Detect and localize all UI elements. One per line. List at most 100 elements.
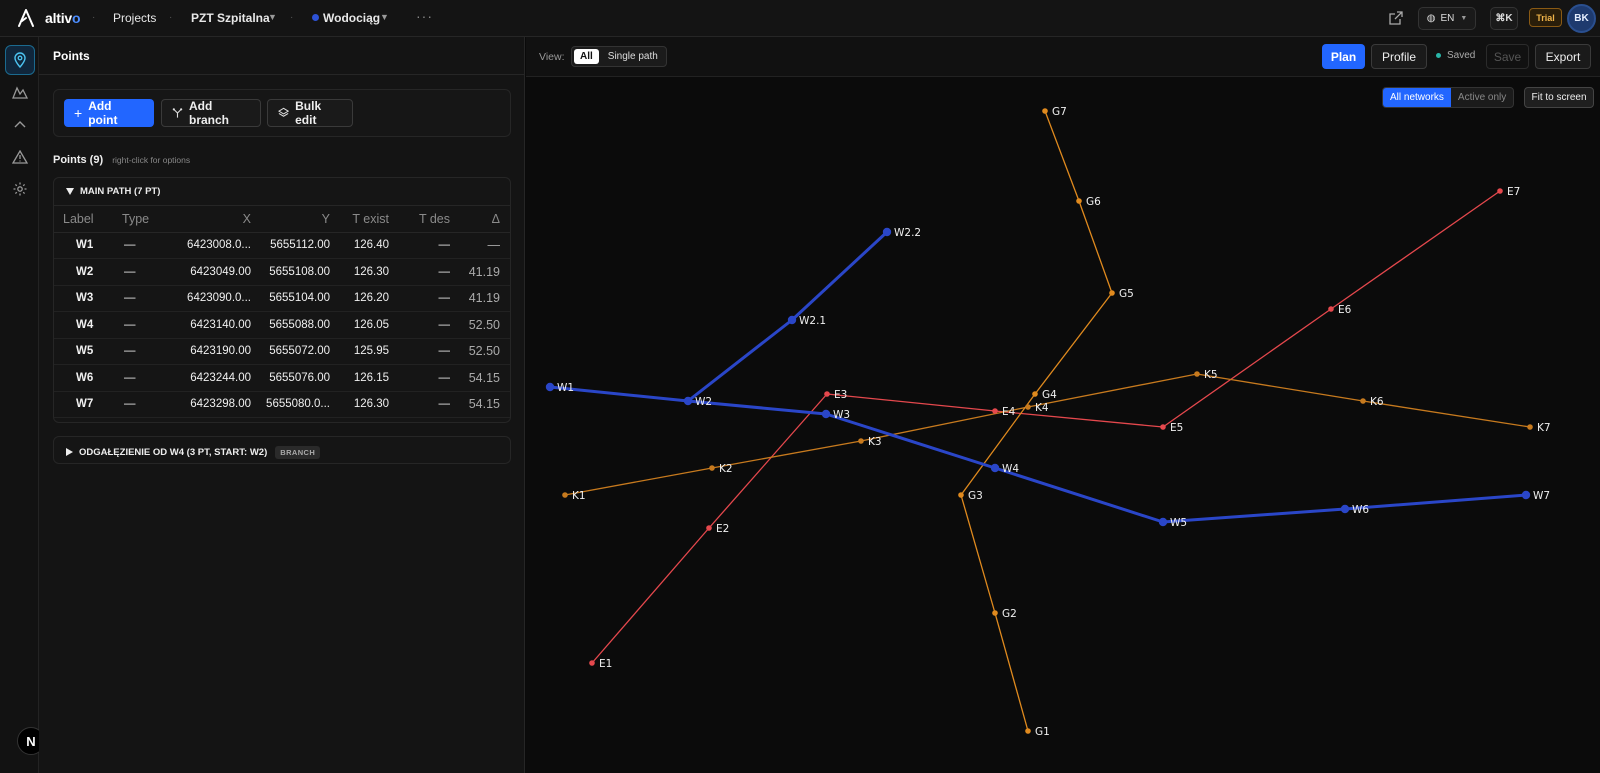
point-marker-K1[interactable] bbox=[562, 492, 568, 498]
point-t-exist[interactable]: 126.05 bbox=[334, 311, 393, 339]
point-y[interactable]: 5655072.00 bbox=[253, 338, 334, 365]
point-type[interactable]: — bbox=[112, 391, 150, 418]
point-marker-E7[interactable] bbox=[1497, 188, 1503, 194]
point-delta[interactable]: 54.15 bbox=[454, 364, 510, 392]
point-marker-W3[interactable] bbox=[821, 409, 831, 419]
column-header-x[interactable]: X bbox=[150, 206, 253, 233]
point-delta[interactable]: — bbox=[454, 232, 510, 259]
pipe-segment-E5-E6[interactable] bbox=[1162, 308, 1332, 428]
point-marker-W4[interactable] bbox=[990, 463, 1000, 473]
breadcrumb-projects[interactable]: Projects bbox=[113, 11, 156, 25]
point-type[interactable]: — bbox=[112, 311, 150, 339]
table-row[interactable]: W7—6423298.00 5655080.0... 126.30—54.15 bbox=[54, 391, 510, 418]
column-header-t-exist[interactable]: T exist bbox=[334, 206, 393, 233]
point-x[interactable]: 6423298.00 bbox=[150, 391, 253, 418]
pipe-segment-E6-E7[interactable] bbox=[1330, 190, 1501, 310]
point-x[interactable]: 6423190.00 bbox=[150, 338, 253, 365]
more-icon[interactable]: ··· bbox=[416, 8, 433, 24]
pipe-segment-K5-K6[interactable] bbox=[1196, 373, 1364, 402]
app-logo-text[interactable]: altivo bbox=[45, 10, 81, 26]
column-header-y[interactable]: Y bbox=[253, 206, 334, 233]
point-marker-W7[interactable] bbox=[1521, 490, 1531, 500]
points-nav-button[interactable] bbox=[5, 45, 35, 75]
pipe-segment-K1-K2[interactable] bbox=[564, 467, 713, 496]
plan-map[interactable]: E1 E2 E3 E4 E5 E6 E7 K1 K2 K3 K4 K5 K6 K7 G1 G2 G3 G4 G5 G6… bbox=[526, 77, 1600, 773]
point-marker-K5[interactable] bbox=[1194, 371, 1200, 377]
point-marker-G4[interactable] bbox=[1032, 391, 1038, 397]
external-link-icon[interactable] bbox=[1388, 10, 1404, 26]
profile-tab[interactable]: Profile bbox=[1371, 44, 1427, 69]
point-marker-G2[interactable] bbox=[992, 610, 998, 616]
pipe-segment-E1-E2[interactable] bbox=[591, 527, 710, 664]
point-marker-K2[interactable] bbox=[709, 465, 715, 471]
point-marker-G3[interactable] bbox=[958, 492, 964, 498]
profile-nav-button[interactable] bbox=[5, 109, 35, 139]
point-y[interactable]: 5655088.00 bbox=[253, 311, 334, 339]
plan-tab[interactable]: Plan bbox=[1322, 44, 1365, 69]
point-marker-W2.2[interactable] bbox=[882, 227, 892, 237]
point-x[interactable]: 6423090.0... bbox=[150, 285, 253, 312]
pipe-segment-G2-G3[interactable] bbox=[960, 494, 996, 614]
point-t-exist[interactable]: 126.40 bbox=[334, 232, 393, 259]
point-delta[interactable]: 52.50 bbox=[454, 338, 510, 365]
pipe-segment-W2-W2.1[interactable] bbox=[687, 318, 793, 403]
point-type[interactable]: — bbox=[112, 258, 150, 286]
pipe-segment-W2.1-W2.2[interactable] bbox=[790, 230, 889, 322]
point-label[interactable]: W2 bbox=[54, 258, 112, 286]
point-label[interactable]: W7 bbox=[54, 391, 112, 418]
point-x[interactable]: 6423140.00 bbox=[150, 311, 253, 339]
breadcrumb-project[interactable]: PZT Szpitalna bbox=[191, 11, 270, 25]
add-branch-button[interactable]: Add branch bbox=[161, 99, 261, 127]
point-delta[interactable]: 41.19 bbox=[454, 285, 510, 312]
point-y[interactable]: 5655080.0... bbox=[253, 391, 334, 418]
export-button[interactable]: Export bbox=[1535, 44, 1591, 69]
point-marker-E2[interactable] bbox=[706, 525, 712, 531]
table-row[interactable]: W4—6423140.00 5655088.00 126.05—52.50 bbox=[54, 311, 510, 339]
warnings-nav-button[interactable] bbox=[5, 142, 35, 172]
point-t-des[interactable]: — bbox=[393, 232, 454, 259]
breadcrumb-network[interactable]: Wodociąg bbox=[323, 11, 380, 25]
point-t-exist[interactable]: 125.95 bbox=[334, 338, 393, 365]
pipe-segment-E2-E3[interactable] bbox=[708, 393, 828, 529]
column-header-label[interactable]: Label bbox=[54, 206, 112, 233]
point-t-des[interactable]: — bbox=[393, 285, 454, 312]
save-button[interactable]: Save bbox=[1486, 44, 1529, 69]
column-header-t-des[interactable]: T des bbox=[393, 206, 454, 233]
point-marker-W1[interactable] bbox=[545, 382, 555, 392]
point-y[interactable]: 5655112.00 bbox=[253, 232, 334, 259]
table-row[interactable]: W5—6423190.00 5655072.00 125.95—52.50 bbox=[54, 338, 510, 365]
column-header-delta[interactable]: Δ bbox=[454, 206, 510, 233]
branch-group[interactable]: ODGAŁĘZIENIE OD W4 (3 PT, START: W2) BRAN… bbox=[53, 436, 511, 464]
point-marker-G6[interactable] bbox=[1076, 198, 1082, 204]
point-delta[interactable]: 52.50 bbox=[454, 311, 510, 339]
terrain-nav-button[interactable] bbox=[5, 77, 35, 107]
all-networks-option[interactable]: All networks bbox=[1383, 88, 1451, 107]
point-t-des[interactable]: — bbox=[393, 311, 454, 339]
avatar[interactable]: BK bbox=[1567, 4, 1596, 33]
point-marker-G5[interactable] bbox=[1109, 290, 1115, 296]
point-marker-W2.1[interactable] bbox=[787, 315, 797, 325]
pipe-segment-W4-W5[interactable] bbox=[994, 466, 1164, 524]
point-label[interactable]: W3 bbox=[54, 285, 112, 312]
point-label[interactable]: W6 bbox=[54, 364, 112, 392]
point-type[interactable]: — bbox=[112, 338, 150, 365]
point-marker-K4[interactable] bbox=[1025, 404, 1031, 410]
pipe-segment-E3-E4[interactable] bbox=[826, 393, 996, 412]
point-marker-W5[interactable] bbox=[1158, 517, 1168, 527]
pipe-segment-K2-K3[interactable] bbox=[711, 440, 862, 469]
point-t-des[interactable]: — bbox=[393, 391, 454, 418]
point-type[interactable]: — bbox=[112, 232, 150, 259]
view-single-path-option[interactable]: Single path bbox=[602, 49, 664, 64]
point-t-des[interactable]: — bbox=[393, 258, 454, 286]
point-t-exist[interactable]: 126.30 bbox=[334, 391, 393, 418]
point-t-exist[interactable]: 126.30 bbox=[334, 258, 393, 286]
point-marker-E5[interactable] bbox=[1160, 424, 1166, 430]
view-all-option[interactable]: All bbox=[574, 49, 599, 64]
point-y[interactable]: 5655108.00 bbox=[253, 258, 334, 286]
add-point-button[interactable]: + Add point bbox=[64, 99, 154, 127]
pipe-segment-W3-W4[interactable] bbox=[825, 412, 996, 470]
point-marker-G1[interactable] bbox=[1025, 728, 1031, 734]
point-t-des[interactable]: — bbox=[393, 338, 454, 365]
point-t-exist[interactable]: 126.15 bbox=[334, 364, 393, 392]
bulk-edit-button[interactable]: Bulk edit bbox=[267, 99, 353, 127]
